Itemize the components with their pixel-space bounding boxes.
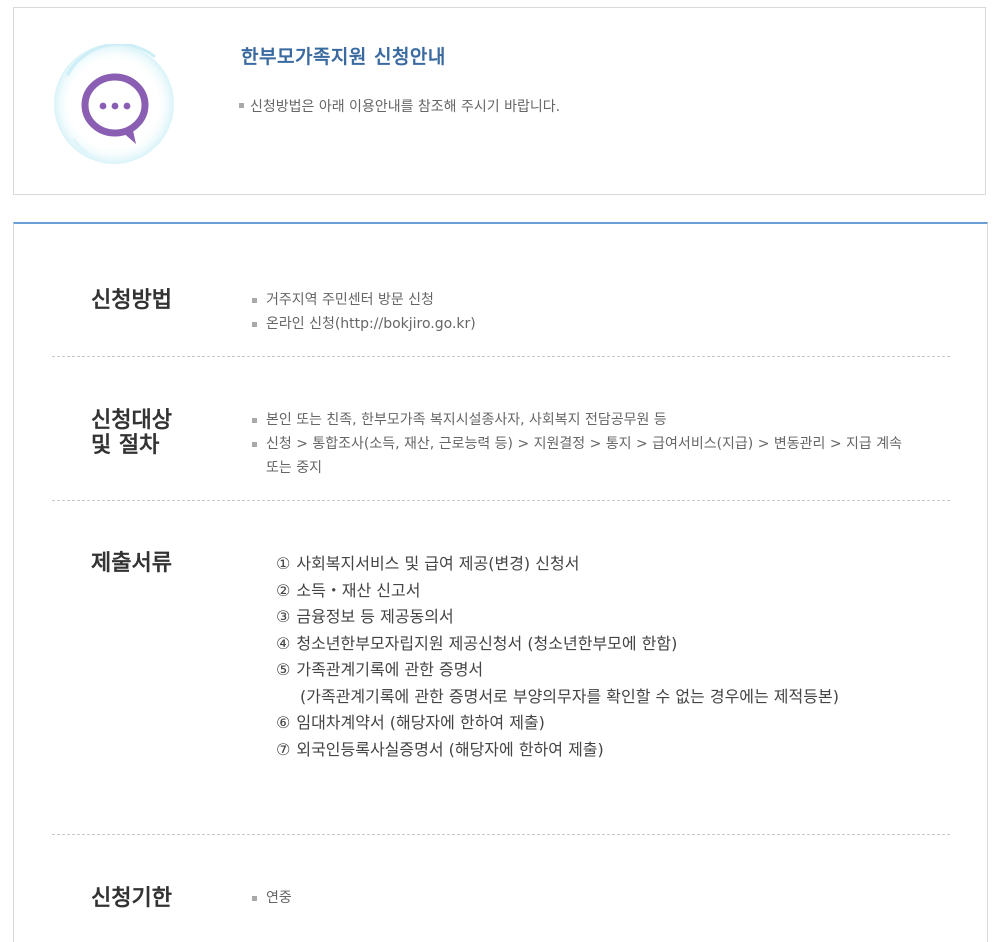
section-divider [52,834,950,835]
list-item: ② 소득・재산 신고서 [276,580,421,600]
list-item: 본인 또는 친족, 한부모가족 복지시설종사자, 사회복지 전담공무원 등 [252,408,912,432]
bullet-icon [252,442,257,447]
list-item: ⑤ 가족관계기록에 관한 증명서 [276,660,484,679]
section-body-method: 거주지역 주민센터 방문 신청 온라인 신청(http://bokjiro.go… [252,288,912,336]
documents-list: ① 사회복지서비스 및 급여 제공(변경) 신청서 ② 소득・재산 신고서 ③ 금융정… [276,551,916,763]
list-item: 연중 [252,886,912,910]
section-divider [52,500,950,501]
section-divider [52,356,950,357]
chat-bubble-icon [54,42,178,168]
list-item: 신청 > 통합조사(소득, 재산, 근로능력 등) > 지원결정 > 통지 > … [252,432,912,480]
bullet-icon [239,102,244,108]
list-item: ④ 청소년한부모자립지원 제공신청서 (청소년한부모에 한함) [276,633,678,653]
list-item: ① 사회복지서비스 및 급여 제공(변경) 신청서 [276,554,580,573]
list-item-note: (가족관계기록에 관한 증명서로 부양의무자를 확인할 수 없는 경우에는 제적… [300,686,839,706]
info-box: 신청방법 거주지역 주민센터 방문 신청 온라인 신청(http://bokji… [13,222,988,942]
bullet-icon [252,298,257,303]
bullet-icon [252,896,257,901]
page-title: 한부모가족지원 신청안내 [241,46,446,68]
section-title-documents: 제출서류 [91,551,172,576]
section-title-deadline: 신청기한 [91,886,172,911]
list-item: ⑦ 외국인등록사실증명서 (해당자에 한하여 제출) [276,739,604,759]
page-description: 신청방법은 아래 이용안내를 참조해 주시기 바랍니다. [239,96,560,116]
bullet-icon [252,418,257,423]
bullet-icon [252,322,257,327]
notice-box: 한부모가족지원 신청안내 신청방법은 아래 이용안내를 참조해 주시기 바랍니다… [13,7,986,195]
section-title-target: 신청대상 및 절차 [91,408,172,458]
section-body-deadline: 연중 [252,886,912,910]
list-item: ③ 금융정보 등 제공동의서 [276,607,454,626]
list-item: 거주지역 주민센터 방문 신청 [252,288,912,312]
list-item: ⑥ 임대차계약서 (해당자에 한하여 제출) [276,713,545,732]
section-body-target: 본인 또는 친족, 한부모가족 복지시설종사자, 사회복지 전담공무원 등 신청… [252,408,912,480]
section-title-method: 신청방법 [91,288,172,313]
list-item: 온라인 신청(http://bokjiro.go.kr) [252,312,912,336]
